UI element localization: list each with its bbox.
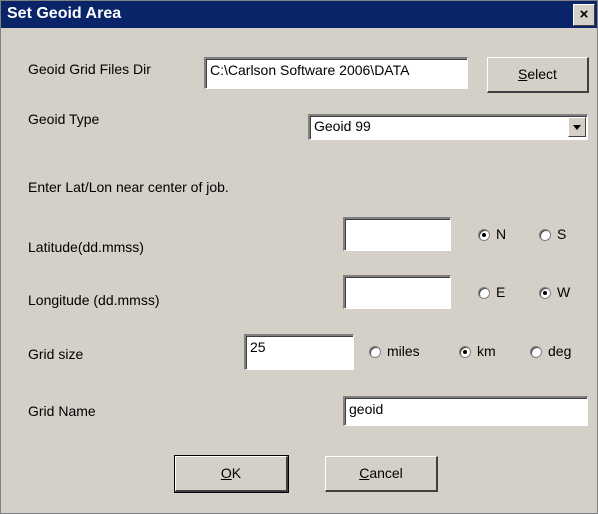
radio-selected-icon	[539, 287, 551, 299]
radio-unselected-icon	[539, 229, 551, 241]
longitude-east-label: E	[496, 284, 506, 300]
geoid-dir-value: C:\Carlson Software 2006\DATA	[210, 62, 410, 78]
grid-size-deg-label: deg	[548, 343, 572, 359]
geoid-dir-label: Geoid Grid Files Dir	[28, 61, 151, 77]
grid-size-label: Grid size	[28, 346, 84, 362]
longitude-west-label: W	[557, 284, 571, 300]
instructions-text: Enter Lat/Lon near center of job.	[28, 179, 229, 195]
radio-unselected-icon	[478, 287, 490, 299]
latitude-north-radio[interactable]: N	[478, 226, 506, 242]
radio-selected-icon	[459, 346, 471, 358]
chevron-down-icon[interactable]	[568, 117, 586, 137]
grid-size-deg-radio[interactable]: deg	[530, 343, 571, 359]
radio-selected-icon	[478, 229, 490, 241]
latitude-north-label: N	[496, 226, 507, 242]
title-bar: Set Geoid Area ×	[1, 1, 597, 28]
grid-size-miles-radio[interactable]: miles	[369, 343, 420, 359]
grid-size-input[interactable]: 25	[244, 334, 354, 370]
select-mnemonic: S	[518, 66, 528, 82]
grid-size-km-radio[interactable]: km	[459, 343, 496, 359]
geoid-type-value: Geoid 99	[314, 118, 371, 134]
geoid-type-label: Geoid Type	[28, 111, 100, 127]
grid-size-miles-label: miles	[387, 343, 420, 359]
longitude-east-radio[interactable]: E	[478, 284, 505, 300]
radio-unselected-icon	[369, 346, 381, 358]
longitude-west-radio[interactable]: W	[539, 284, 570, 300]
latitude-label: Latitude(dd.mmss)	[28, 239, 144, 255]
longitude-label: Longitude (dd.mmss)	[28, 292, 160, 308]
longitude-input[interactable]	[343, 275, 451, 309]
window-title: Set Geoid Area	[7, 5, 122, 22]
geoid-type-select[interactable]: Geoid 99	[308, 114, 588, 140]
cancel-label: ancel	[369, 465, 403, 481]
close-button[interactable]: ×	[573, 4, 595, 26]
geoid-dir-field[interactable]: C:\Carlson Software 2006\DATA	[204, 57, 468, 89]
select-button[interactable]: Select	[487, 57, 589, 93]
latitude-input[interactable]	[343, 217, 451, 251]
close-icon: ×	[579, 6, 589, 23]
grid-size-value: 25	[250, 339, 266, 355]
latitude-south-radio[interactable]: S	[539, 226, 566, 242]
grid-name-label: Grid Name	[28, 403, 96, 419]
ok-button[interactable]: OK	[174, 455, 289, 493]
grid-name-input[interactable]: geoid	[343, 396, 588, 426]
ok-label: K	[231, 465, 242, 481]
latitude-south-label: S	[557, 226, 567, 242]
grid-name-value: geoid	[349, 401, 384, 417]
set-geoid-area-dialog: Set Geoid Area × Geoid Grid Files Dir C:…	[0, 0, 598, 514]
grid-size-km-label: km	[477, 343, 496, 359]
cancel-mnemonic: C	[359, 465, 370, 481]
ok-mnemonic: O	[220, 465, 232, 481]
select-label: elect	[527, 66, 557, 82]
cancel-button[interactable]: Cancel	[325, 456, 438, 492]
radio-unselected-icon	[530, 346, 542, 358]
